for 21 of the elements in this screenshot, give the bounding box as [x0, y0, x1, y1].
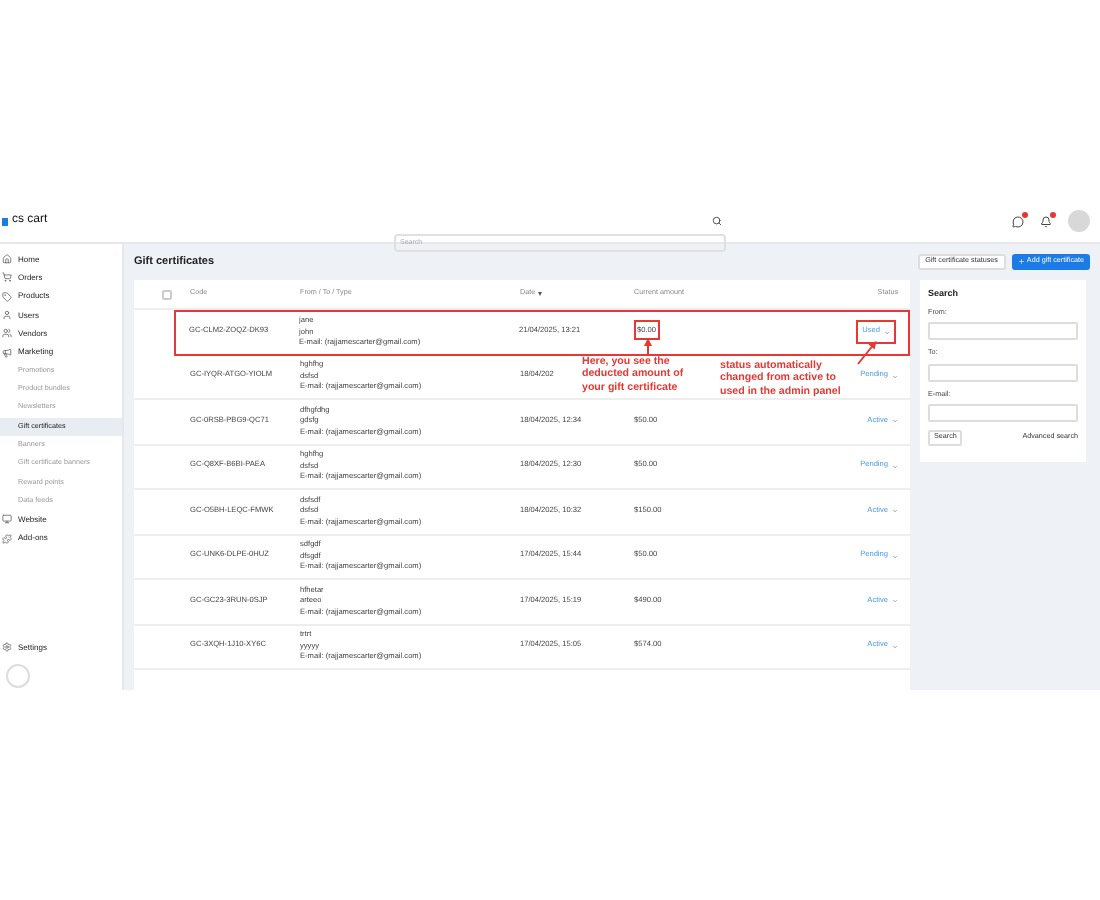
- people-icon: [2, 328, 12, 339]
- home-icon: [2, 254, 12, 265]
- tag-icon: [2, 291, 12, 302]
- sort-icon: [537, 291, 542, 296]
- input-field[interactable]: [928, 363, 1078, 382]
- settings-icon: [2, 642, 12, 652]
- avatar-icon[interactable]: [1068, 210, 1090, 232]
- input-field[interactable]: [928, 322, 1078, 341]
- person-icon: [2, 310, 12, 321]
- cart-icon: [2, 272, 12, 283]
- input-field[interactable]: [928, 403, 1078, 422]
- monitor-icon: [2, 514, 12, 525]
- annotation-arrow: [644, 338, 652, 357]
- logo-icon: [2, 217, 8, 225]
- puzzle-icon: [2, 533, 12, 544]
- annotation-arrow: [857, 340, 877, 365]
- chat-icon[interactable]: [1012, 215, 1024, 227]
- bell-icon[interactable]: [1040, 215, 1052, 227]
- checkbox[interactable]: [161, 289, 171, 299]
- search-icon[interactable]: [712, 216, 722, 226]
- megaphone-icon: [2, 347, 12, 358]
